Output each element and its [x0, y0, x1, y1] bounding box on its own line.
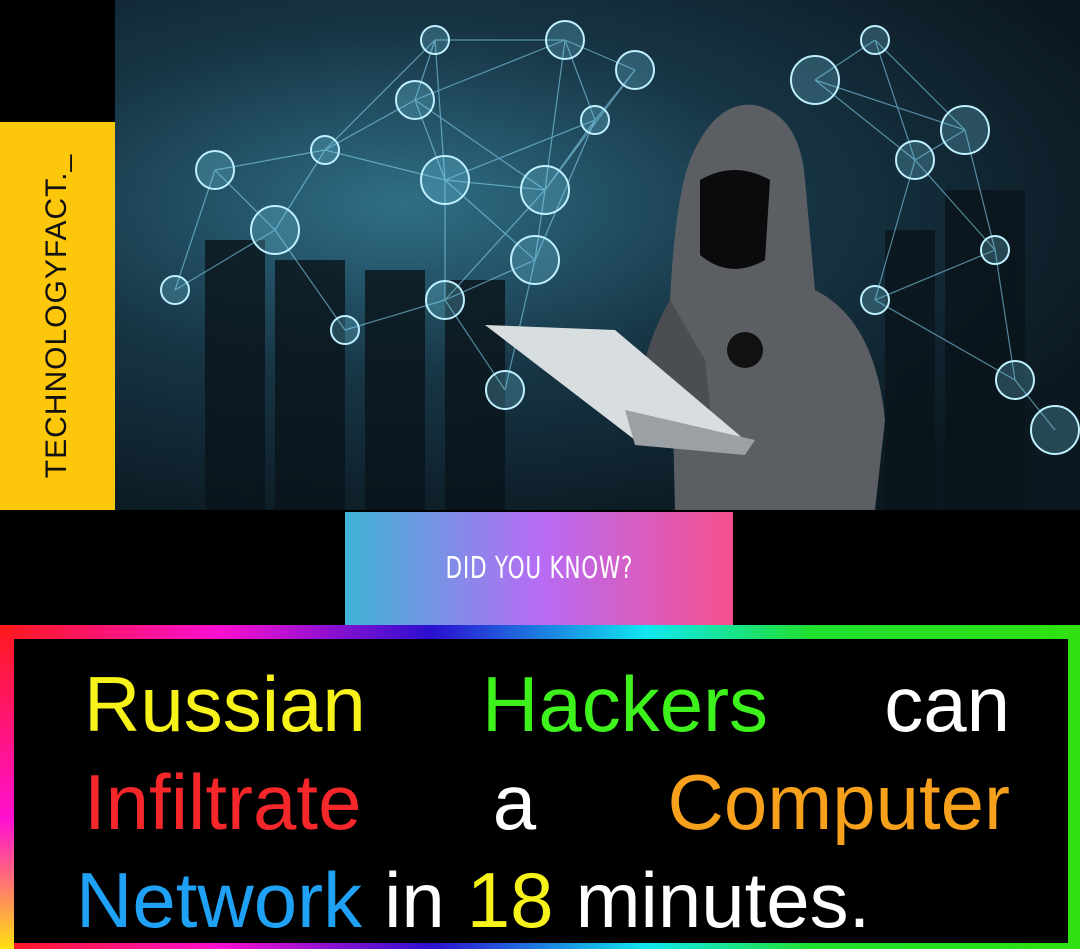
user-node-icon — [395, 80, 435, 120]
user-node-icon — [940, 105, 990, 155]
user-node-icon — [615, 50, 655, 90]
user-node-icon — [160, 275, 190, 305]
word: 18 — [466, 856, 554, 944]
user-node-icon — [1030, 405, 1080, 455]
badge-label: DID YOU KNOW? — [445, 551, 633, 586]
word: Computer — [667, 758, 1010, 846]
user-node-icon — [425, 280, 465, 320]
brand-handle: TECHNOLOGYFACT._ — [40, 153, 73, 479]
user-node-icon — [250, 205, 300, 255]
user-node-icon — [790, 55, 840, 105]
user-node-icon — [860, 25, 890, 55]
user-node-icon — [420, 155, 470, 205]
did-you-know-badge: DID YOU KNOW? — [345, 512, 733, 625]
word: Network — [76, 856, 363, 944]
rainbow-frame: Russian Hackers can Infiltrate a Compute… — [0, 625, 1080, 949]
user-node-icon — [195, 150, 235, 190]
word: Russian — [84, 660, 366, 748]
headline-line-3: Network in 18 minutes. — [14, 861, 1068, 939]
user-node-icon — [580, 105, 610, 135]
hacker-photo — [115, 0, 1080, 510]
user-node-icon — [980, 235, 1010, 265]
headline-line-2: Infiltrate a Computer — [14, 763, 1068, 841]
user-node-icon — [545, 20, 585, 60]
network-background — [160, 20, 1080, 510]
word: Infiltrate — [84, 758, 362, 846]
user-node-icon — [485, 370, 525, 410]
user-node-icon — [520, 165, 570, 215]
user-node-icon — [330, 315, 360, 345]
user-node-icon — [420, 25, 450, 55]
user-node-icon — [310, 135, 340, 165]
brand-tag: TECHNOLOGYFACT._ — [0, 122, 115, 510]
word: can — [884, 660, 1010, 748]
user-node-icon — [995, 360, 1035, 400]
word: Hackers — [481, 660, 769, 748]
user-node-icon — [895, 140, 935, 180]
headline-box: Russian Hackers can Infiltrate a Compute… — [14, 639, 1068, 943]
word: minutes. — [575, 856, 871, 944]
word: a — [492, 758, 537, 846]
user-node-icon — [510, 235, 560, 285]
word: in — [384, 856, 445, 944]
headline-line-1: Russian Hackers can — [14, 665, 1068, 743]
user-node-icon — [860, 285, 890, 315]
